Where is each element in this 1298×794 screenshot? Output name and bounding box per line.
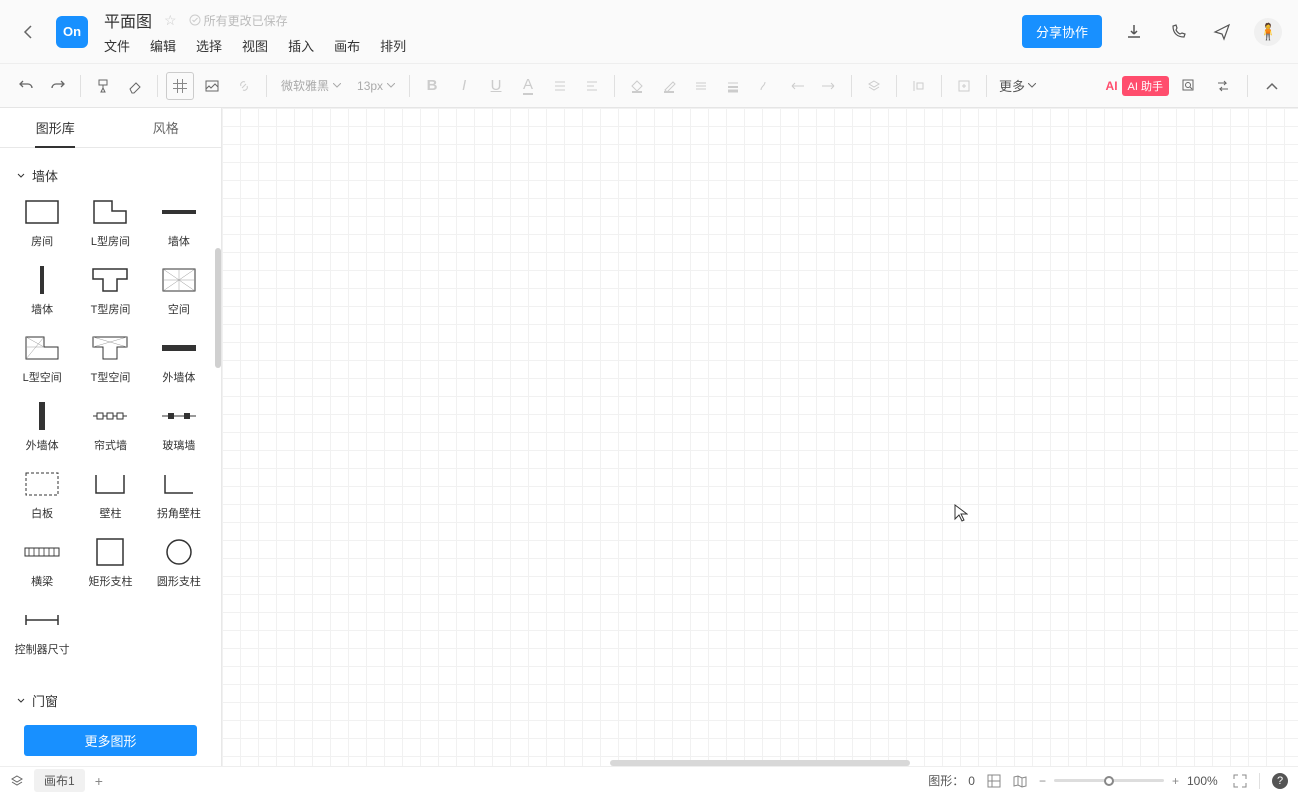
fullscreen-icon[interactable]	[1233, 774, 1247, 788]
send-icon[interactable]	[1210, 20, 1234, 44]
line-height-icon[interactable]	[546, 72, 574, 100]
line-weight-icon[interactable]	[719, 72, 747, 100]
border-color-icon[interactable]	[655, 72, 683, 100]
help-icon[interactable]: ?	[1272, 773, 1288, 789]
shape-corner-pilaster[interactable]: 拐角壁柱	[145, 465, 213, 525]
align-objects-icon[interactable]	[905, 72, 933, 100]
favorite-icon[interactable]: ☆	[164, 12, 177, 29]
category-walls[interactable]: 墙体	[4, 156, 217, 193]
document-title[interactable]: 平面图	[104, 8, 152, 32]
app-logo: On	[56, 16, 88, 48]
collapse-panel-icon[interactable]	[1258, 72, 1286, 100]
tab-style[interactable]: 风格	[111, 108, 222, 147]
connector-icon[interactable]	[751, 72, 779, 100]
group-icon[interactable]	[950, 72, 978, 100]
font-size-select[interactable]: 13px	[351, 72, 401, 100]
shape-glass-wall[interactable]: 玻璃墙	[145, 397, 213, 457]
underline-icon[interactable]: U	[482, 72, 510, 100]
menu-insert[interactable]: 插入	[288, 36, 314, 55]
more-shapes-button[interactable]: 更多图形	[24, 725, 197, 756]
status-bar: 画布1 + 图形： 0 − + 100% ?	[0, 766, 1298, 794]
grid-toggle-icon[interactable]	[987, 774, 1001, 788]
sidebar-scrollbar[interactable]	[215, 248, 221, 368]
redo-button[interactable]	[44, 72, 72, 100]
font-family-select[interactable]: 微软雅黑	[275, 72, 347, 100]
share-button[interactable]: 分享协作	[1022, 15, 1102, 48]
map-icon[interactable]	[1013, 774, 1027, 788]
undo-button[interactable]	[12, 72, 40, 100]
shape-round-column[interactable]: 圆形支柱	[145, 533, 213, 593]
canvas-horizontal-scrollbar[interactable]	[610, 760, 910, 766]
shape-beam[interactable]: 横梁	[8, 533, 76, 593]
shape-exterior-wall[interactable]: 外墙体	[145, 329, 213, 389]
search-icon[interactable]	[1175, 72, 1203, 100]
shape-space[interactable]: 空间	[145, 261, 213, 321]
save-status: 所有更改已保存	[189, 12, 288, 29]
ai-icon: AI	[1106, 79, 1118, 93]
menu-arrange[interactable]: 排列	[380, 36, 406, 55]
shape-room[interactable]: 房间	[8, 193, 76, 253]
shape-controller-size[interactable]: 控制器尺寸	[8, 601, 76, 661]
back-button[interactable]	[16, 20, 40, 44]
shape-t-space[interactable]: T型空间	[76, 329, 144, 389]
shape-sidebar: 图形库 风格 墙体 房间 L型房间 墙体 墙体 T型房间 空间 L型空间 T型空…	[0, 108, 222, 766]
menu-select[interactable]: 选择	[196, 36, 222, 55]
shape-pilaster[interactable]: 壁柱	[76, 465, 144, 525]
shape-l-space[interactable]: L型空间	[8, 329, 76, 389]
shape-l-room[interactable]: L型房间	[76, 193, 144, 253]
italic-icon[interactable]: I	[450, 72, 478, 100]
ai-badge: AI 助手	[1122, 76, 1169, 96]
menu-file[interactable]: 文件	[104, 36, 130, 55]
zoom-in-button[interactable]: +	[1172, 774, 1179, 788]
arrow-end-icon[interactable]	[815, 72, 843, 100]
menu-canvas[interactable]: 画布	[334, 36, 360, 55]
menu-bar: 文件 编辑 选择 视图 插入 画布 排列	[104, 36, 1022, 55]
arrow-start-icon[interactable]	[783, 72, 811, 100]
fill-color-icon[interactable]	[623, 72, 651, 100]
shape-t-room[interactable]: T型房间	[76, 261, 144, 321]
download-icon[interactable]	[1122, 20, 1146, 44]
font-color-icon[interactable]: A	[514, 72, 542, 100]
zoom-out-button[interactable]: −	[1039, 774, 1046, 788]
format-painter-icon[interactable]	[89, 72, 117, 100]
menu-edit[interactable]: 编辑	[150, 36, 176, 55]
format-toolbar: 微软雅黑 13px B I U A 更多 AI AI 助手	[0, 64, 1298, 108]
shape-exterior-wall-v[interactable]: 外墙体	[8, 397, 76, 457]
shape-wall-v[interactable]: 墙体	[8, 261, 76, 321]
cursor-icon	[954, 504, 968, 522]
bold-icon[interactable]: B	[418, 72, 446, 100]
shape-wall[interactable]: 墙体	[145, 193, 213, 253]
menu-view[interactable]: 视图	[242, 36, 268, 55]
layers-icon[interactable]	[860, 72, 888, 100]
phone-icon[interactable]	[1166, 20, 1190, 44]
line-style-icon[interactable]	[687, 72, 715, 100]
eraser-icon[interactable]	[121, 72, 149, 100]
ai-assistant-button[interactable]: AI AI 助手	[1106, 76, 1169, 96]
layers-panel-icon[interactable]	[10, 774, 24, 788]
tab-shape-library[interactable]: 图形库	[0, 108, 111, 147]
zoom-value[interactable]: 100%	[1187, 774, 1221, 788]
image-icon[interactable]	[198, 72, 226, 100]
link-icon[interactable]	[230, 72, 258, 100]
user-avatar[interactable]: 🧍	[1254, 18, 1282, 46]
shape-count: 图形： 0	[928, 772, 975, 789]
shape-whiteboard[interactable]: 白板	[8, 465, 76, 525]
swap-icon[interactable]	[1209, 72, 1237, 100]
grid-icon[interactable]	[166, 72, 194, 100]
shape-rect-column[interactable]: 矩形支柱	[76, 533, 144, 593]
page-tab[interactable]: 画布1	[34, 769, 85, 792]
add-page-button[interactable]: +	[95, 773, 103, 789]
more-tools-button[interactable]: 更多	[995, 76, 1040, 95]
zoom-slider[interactable]	[1054, 779, 1164, 782]
align-icon[interactable]	[578, 72, 606, 100]
canvas-area[interactable]	[222, 108, 1298, 766]
shape-curtain-wall[interactable]: 帘式墙	[76, 397, 144, 457]
category-doors-windows[interactable]: 门窗	[4, 681, 217, 718]
